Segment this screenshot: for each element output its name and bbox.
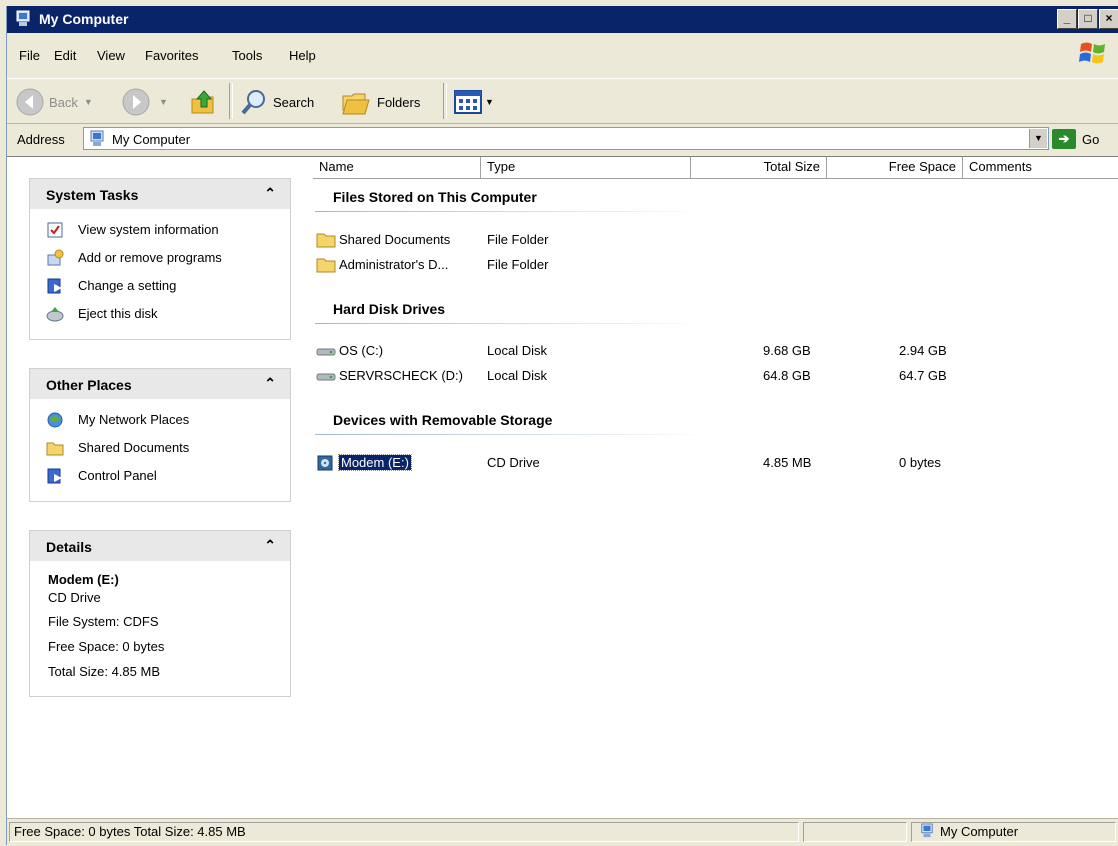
group-header[interactable]: Hard Disk Drives: [333, 301, 445, 317]
standard-toolbar: Back ▼ ▼ Search Folders ▼: [7, 78, 1118, 124]
system-tasks-header[interactable]: System Tasks ⌃: [30, 179, 290, 209]
minimize-button[interactable]: _: [1057, 9, 1077, 29]
toolbar-separator: [443, 83, 447, 119]
status-empty-section: [803, 822, 907, 842]
details-panel: Details ⌃ Modem (E:) CD Drive File Syste…: [29, 530, 291, 697]
go-button[interactable]: ➔ Go: [1052, 128, 1099, 150]
group-divider: [315, 211, 711, 212]
status-zone: My Computer: [911, 822, 1116, 842]
task-add-remove-programs[interactable]: Add or remove programs: [30, 245, 290, 273]
go-arrow-icon: ➔: [1052, 129, 1076, 149]
details-header[interactable]: Details ⌃: [30, 531, 290, 561]
folders-icon: [342, 93, 370, 115]
menu-help[interactable]: Help: [289, 48, 316, 63]
task-change-setting[interactable]: Change a setting: [30, 273, 290, 301]
group-divider: [315, 323, 711, 324]
forward-button[interactable]: ▼: [121, 85, 168, 119]
views-icon: [454, 90, 482, 114]
group-header[interactable]: Devices with Removable Storage: [333, 412, 552, 428]
collapse-chevron-icon[interactable]: ⌃: [264, 375, 276, 392]
menu-file[interactable]: File: [19, 48, 40, 63]
details-item-type: CD Drive: [48, 590, 101, 605]
forward-dropdown-icon[interactable]: ▼: [159, 97, 168, 107]
views-button[interactable]: ▼: [453, 85, 494, 119]
title-bar[interactable]: My Computer _ □ ×: [7, 6, 1118, 33]
address-bar: Address My Computer ▼ ➔ Go: [7, 124, 1118, 154]
place-shared-documents[interactable]: Shared Documents: [30, 435, 290, 463]
column-header-comments[interactable]: Comments: [963, 157, 1118, 179]
views-dropdown-icon[interactable]: ▼: [485, 97, 494, 107]
collapse-chevron-icon[interactable]: ⌃: [264, 185, 276, 202]
forward-arrow-icon: [122, 88, 150, 116]
menu-favorites[interactable]: Favorites: [145, 48, 198, 63]
collapse-chevron-icon[interactable]: ⌃: [264, 537, 276, 554]
address-label: Address: [17, 132, 65, 147]
other-places-header[interactable]: Other Places ⌃: [30, 369, 290, 399]
menu-bar: File Edit View Favorites Tools Help: [7, 42, 1118, 70]
table-row[interactable]: Shared Documents File Folder: [315, 228, 1015, 252]
folder-icon: [316, 258, 336, 273]
control-panel-icon: [47, 468, 62, 484]
selected-item: Modem (E:): [338, 454, 412, 471]
details-free-space: Free Space: 0 bytes: [48, 639, 165, 654]
my-computer-icon: [16, 10, 30, 26]
place-control-panel[interactable]: Control Panel: [30, 463, 290, 491]
close-button[interactable]: ×: [1099, 9, 1118, 29]
toolbar-separator: [229, 83, 233, 119]
up-folder-button[interactable]: [189, 85, 217, 119]
details-file-system: File System: CDFS: [48, 614, 159, 629]
task-eject-disk[interactable]: Eject this disk: [30, 301, 290, 329]
details-total-size: Total Size: 4.85 MB: [48, 664, 160, 679]
column-header-total-size[interactable]: Total Size: [691, 157, 827, 179]
back-dropdown-icon[interactable]: ▼: [84, 97, 93, 107]
group-header[interactable]: Files Stored on This Computer: [333, 189, 537, 205]
folder-icon: [46, 442, 64, 456]
hard-disk-icon: [316, 373, 336, 381]
system-tasks-panel: System Tasks ⌃ View system information A…: [29, 178, 291, 340]
window-title: My Computer: [39, 11, 129, 27]
control-panel-icon: [47, 278, 62, 294]
folder-icon: [316, 233, 336, 248]
other-places-panel: Other Places ⌃ My Network Places Shared …: [29, 368, 291, 502]
folders-button[interactable]: Folders: [341, 85, 420, 119]
back-arrow-icon: [16, 88, 44, 116]
file-list-pane: Name Type Total Size Free Space Comments…: [303, 156, 1118, 819]
task-view-system-information[interactable]: View system information: [30, 217, 290, 245]
table-row[interactable]: OS (C:) Local Disk 9.68 GB 2.94 GB: [315, 339, 1015, 363]
details-item-name: Modem (E:): [48, 572, 119, 587]
status-text: Free Space: 0 bytes Total Size: 4.85 MB: [9, 822, 799, 842]
table-row[interactable]: Administrator's D... File Folder: [315, 253, 1015, 277]
back-button[interactable]: Back ▼: [15, 85, 93, 119]
table-row[interactable]: SERVRSCHECK (D:) Local Disk 64.8 GB 64.7…: [315, 364, 1015, 388]
maximize-button[interactable]: □: [1078, 9, 1098, 29]
address-value: My Computer: [112, 132, 191, 147]
cd-drive-icon: [317, 455, 333, 471]
place-my-network-places[interactable]: My Network Places: [30, 407, 290, 435]
system-info-icon: [47, 222, 63, 238]
menu-view[interactable]: View: [97, 48, 125, 63]
address-dropdown-icon[interactable]: ▼: [1029, 129, 1047, 148]
task-pane: System Tasks ⌃ View system information A…: [7, 156, 303, 819]
group-divider: [315, 434, 711, 435]
address-input[interactable]: My Computer ▼: [83, 127, 1049, 150]
windows-logo-icon: [1079, 42, 1105, 64]
search-icon: [241, 90, 265, 115]
explorer-window: My Computer _ □ × File Edit View Favorites…: [6, 6, 1118, 846]
menu-edit[interactable]: Edit: [54, 48, 76, 63]
table-row[interactable]: Modem (E:) CD Drive 4.85 MB 0 bytes: [315, 451, 1015, 475]
add-remove-programs-icon: [47, 249, 64, 266]
my-computer-icon: [90, 130, 104, 146]
column-header-type[interactable]: Type: [481, 157, 691, 179]
hard-disk-icon: [316, 348, 336, 356]
column-header-name[interactable]: Name: [313, 157, 481, 179]
network-places-icon: [47, 412, 63, 428]
my-computer-icon: [921, 823, 933, 838]
menu-tools[interactable]: Tools: [232, 48, 262, 63]
status-bar: Free Space: 0 bytes Total Size: 4.85 MB …: [7, 818, 1118, 846]
column-header-free-space[interactable]: Free Space: [827, 157, 963, 179]
search-button[interactable]: Search: [239, 85, 314, 119]
up-folder-icon: [191, 90, 214, 114]
eject-disk-icon: [46, 307, 64, 322]
